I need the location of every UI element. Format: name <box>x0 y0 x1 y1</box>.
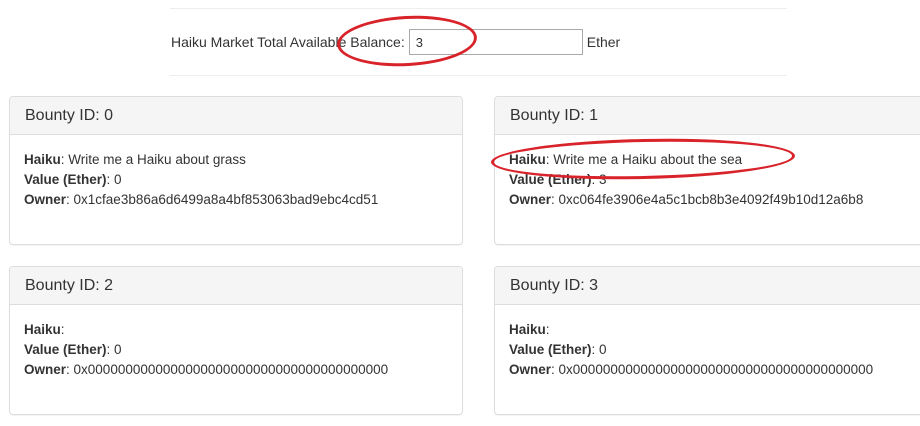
owner-address: 0x1cfae3b86a6d6499a8a4bf853063bad9ebc4cd… <box>69 192 379 207</box>
bounty-panel: Bounty ID: 2 Haiku: Value (Ether): 0 Own… <box>9 266 463 415</box>
value-field: Value (Ether): 0 <box>24 340 448 360</box>
value-amount: 0 <box>110 172 122 187</box>
page: Haiku Market Total Available Balance: Et… <box>0 0 920 426</box>
owner-address: 0x00000000000000000000000000000000000000… <box>69 362 389 377</box>
bounty-body: Haiku: Value (Ether): 0 Owner: 0x0000000… <box>495 305 920 380</box>
balance-input[interactable] <box>408 29 583 55</box>
haiku-value: Write me a Haiku about the sea <box>549 152 743 167</box>
divider-top <box>170 8 787 9</box>
haiku-field: Haiku: <box>24 320 448 340</box>
owner-address: 0xc064fe3906e4a5c1bcb8b3e4092f49b10d12a6… <box>554 192 864 207</box>
bounty-panel: Bounty ID: 0 Haiku: Write me a Haiku abo… <box>9 96 463 245</box>
value-field: Value (Ether): 0 <box>509 340 919 360</box>
owner-label: Owner <box>509 192 552 207</box>
bounty-body: Haiku: Write me a Haiku about the sea Va… <box>495 135 920 210</box>
haiku-field: Haiku: <box>509 320 919 340</box>
bounty-body: Haiku: Write me a Haiku about grass Valu… <box>10 135 462 210</box>
haiku-label: Haiku <box>509 322 546 337</box>
value-label: Value (Ether) <box>24 342 107 357</box>
owner-label: Owner <box>24 192 67 207</box>
haiku-value: Write me a Haiku about grass <box>64 152 246 167</box>
owner-field: Owner: 0x0000000000000000000000000000000… <box>509 360 919 380</box>
owner-label: Owner <box>509 362 552 377</box>
owner-field: Owner: 0x0000000000000000000000000000000… <box>24 360 448 380</box>
bounty-body: Haiku: Value (Ether): 0 Owner: 0x0000000… <box>10 305 462 380</box>
field-separator: : <box>545 322 550 337</box>
value-field: Value (Ether): 0 <box>24 170 448 190</box>
owner-field: Owner: 0x1cfae3b86a6d6499a8a4bf853063bad… <box>24 190 448 210</box>
divider-bottom <box>170 75 787 76</box>
haiku-field: Haiku: Write me a Haiku about the sea <box>509 150 919 170</box>
owner-address: 0x00000000000000000000000000000000000000… <box>554 362 874 377</box>
bounty-title: Bounty ID: 0 <box>10 97 462 135</box>
haiku-label: Haiku <box>24 322 61 337</box>
field-separator: : <box>60 322 65 337</box>
bounty-panel: Bounty ID: 3 Haiku: Value (Ether): 0 Own… <box>494 266 920 415</box>
balance-row: Haiku Market Total Available Balance: Et… <box>171 29 620 55</box>
value-label: Value (Ether) <box>24 172 107 187</box>
haiku-label: Haiku <box>509 152 546 167</box>
haiku-label: Haiku <box>24 152 61 167</box>
balance-label: Haiku Market Total Available Balance: <box>171 34 405 50</box>
balance-unit: Ether <box>586 34 621 50</box>
value-field: Value (Ether): 3 <box>509 170 919 190</box>
owner-label: Owner <box>24 362 67 377</box>
bounty-title: Bounty ID: 3 <box>495 267 920 305</box>
bounty-title: Bounty ID: 1 <box>495 97 920 135</box>
value-label: Value (Ether) <box>509 172 592 187</box>
value-amount: 0 <box>110 342 122 357</box>
owner-field: Owner: 0xc064fe3906e4a5c1bcb8b3e4092f49b… <box>509 190 919 210</box>
haiku-field: Haiku: Write me a Haiku about grass <box>24 150 448 170</box>
bounty-title: Bounty ID: 2 <box>10 267 462 305</box>
value-label: Value (Ether) <box>509 342 592 357</box>
bounty-panel: Bounty ID: 1 Haiku: Write me a Haiku abo… <box>494 96 920 245</box>
value-amount: 0 <box>595 342 607 357</box>
value-amount: 3 <box>595 172 607 187</box>
